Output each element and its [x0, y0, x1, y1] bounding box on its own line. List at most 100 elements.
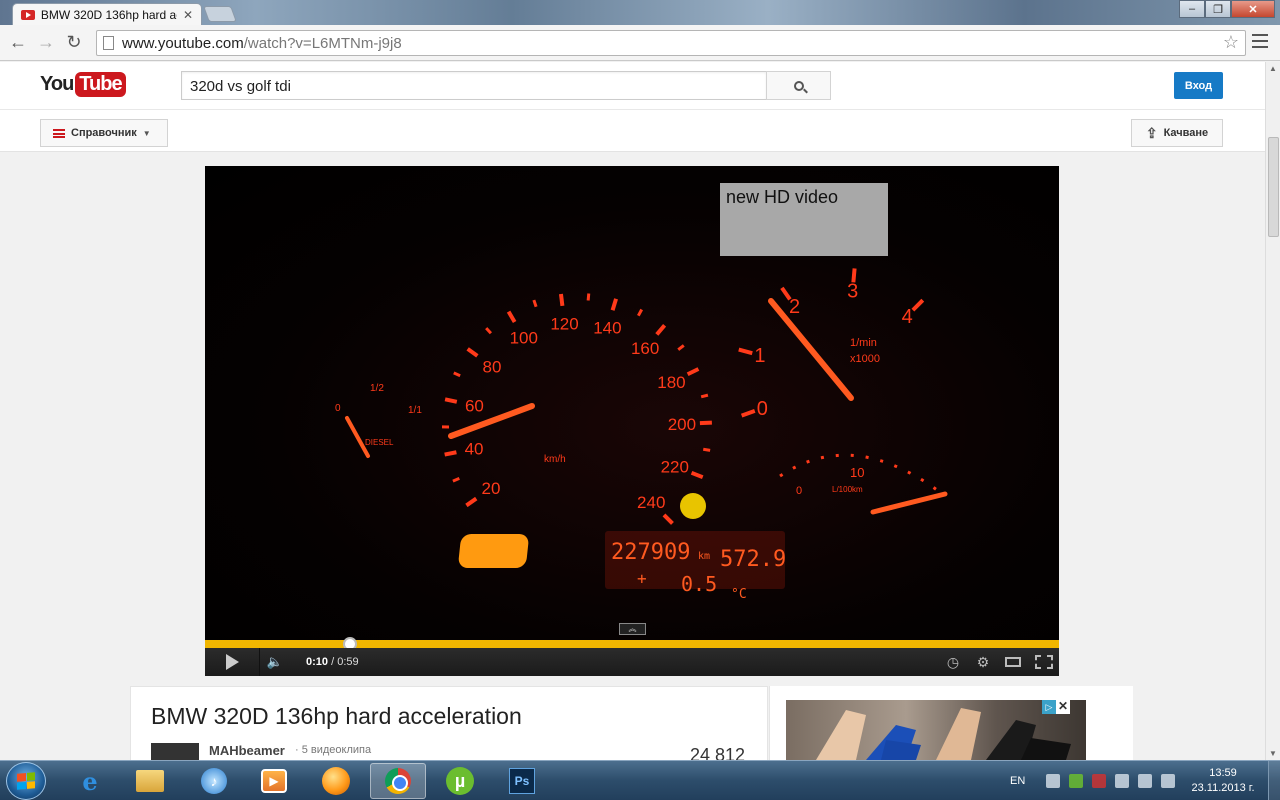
chrome-icon — [385, 768, 411, 794]
show-desktop-button[interactable] — [1268, 761, 1280, 800]
tray-network-icon[interactable] — [1138, 774, 1153, 788]
settings-gear-icon[interactable]: ⚙ — [975, 654, 991, 671]
address-bar[interactable]: www.youtube.com/watch?v=L6MTNm-j9j8 ☆ — [96, 30, 1246, 56]
speed-tick-label: 160 — [631, 339, 659, 358]
duration: / 0:59 — [331, 656, 359, 668]
speed-tick-label: 60 — [465, 397, 484, 416]
ad-panel: ▷ ✕ — [769, 686, 1133, 760]
close-window-button[interactable]: ✕ — [1231, 0, 1275, 18]
system-tray: EN — [1010, 761, 1176, 800]
taskbar-app-orange[interactable] — [308, 763, 364, 799]
bookmark-star-icon[interactable]: ☆ — [1223, 32, 1239, 53]
tab-close-icon[interactable]: ✕ — [183, 8, 193, 22]
guide-button[interactable]: Справочник ▼ — [40, 119, 168, 147]
start-button[interactable] — [6, 762, 46, 800]
search-input[interactable]: 320d vs golf tdi — [181, 71, 767, 100]
tray-utorrent-icon[interactable] — [1069, 774, 1084, 788]
video-frame[interactable]: 20 40 60 80 100 120 140 160 180 200 220 240 km/h 012… — [205, 166, 1059, 640]
signin-button[interactable]: Вход — [1174, 72, 1223, 99]
taskbar-ie[interactable]: e — [62, 763, 118, 799]
orange-app-icon — [322, 767, 350, 795]
clock[interactable]: 13:59 23.11.2013 г. — [1188, 766, 1258, 796]
search-icon — [793, 80, 804, 91]
taskbar-utorrent[interactable]: µ — [432, 763, 488, 799]
tray-volume-icon[interactable] — [1161, 774, 1176, 788]
menu-icon — [53, 128, 65, 138]
speed-major-tick — [690, 470, 704, 480]
sub-bar: Справочник ▼ ⇪ Качване — [0, 110, 1265, 152]
channel-avatar[interactable] — [151, 743, 199, 760]
tray-device-icon[interactable] — [1115, 774, 1130, 788]
ad-info-icon[interactable]: ▷ — [1042, 700, 1056, 714]
logo-you: You — [40, 73, 74, 95]
fullscreen-icon[interactable] — [1035, 655, 1053, 669]
browser-tab[interactable]: BMW 320D 136hp hard acc ✕ — [12, 3, 202, 25]
ad-close-icon[interactable]: ✕ — [1056, 700, 1070, 714]
taskbar-chrome[interactable] — [370, 763, 426, 799]
speed-tick-label: 220 — [661, 457, 689, 476]
maximize-button[interactable]: ❐ — [1205, 0, 1231, 18]
scroll-up-icon[interactable]: ▲ — [1269, 64, 1277, 73]
masthead: You Tube 320d vs golf tdi Вход — [0, 62, 1265, 110]
rpm-tick-label: 0 — [757, 398, 768, 420]
volume-icon[interactable]: 🔈 — [260, 654, 290, 670]
youtube-favicon-icon — [21, 9, 35, 20]
folder-icon — [136, 770, 164, 792]
speed-tick-label: 200 — [668, 415, 696, 434]
page-scrollbar[interactable]: ▲ ▼ — [1265, 62, 1280, 760]
annotation-box[interactable]: new HD video — [720, 183, 888, 256]
speed-tick-label: 240 — [637, 493, 665, 512]
taskbar-media-player[interactable]: ▶ — [246, 763, 302, 799]
taskbar-photoshop[interactable]: Ps — [494, 763, 550, 799]
temp-unit: °C — [731, 587, 747, 602]
speed-minor-tick — [700, 393, 709, 399]
speed-major-tick — [506, 310, 517, 323]
internet-explorer-icon: e — [82, 766, 98, 796]
minimize-button[interactable]: ‒ — [1179, 0, 1205, 18]
rpm-major-tick — [740, 408, 756, 418]
new-tab-button[interactable] — [203, 6, 237, 22]
theater-mode-icon[interactable] — [1005, 657, 1021, 667]
utorrent-icon: µ — [446, 767, 474, 795]
speed-tick-label: 20 — [482, 479, 501, 498]
ad-picture — [816, 708, 1071, 760]
speed-major-tick — [466, 347, 479, 358]
itunes-icon: ♪ — [201, 768, 227, 794]
speed-needle — [448, 403, 535, 439]
upload-button[interactable]: ⇪ Качване — [1131, 119, 1223, 147]
taskbar-itunes[interactable]: ♪ — [186, 763, 242, 799]
watch-later-icon[interactable]: ◷ — [945, 654, 961, 671]
cons-ten-label: 10 — [850, 465, 864, 480]
expand-controls-icon[interactable]: ︽ — [619, 623, 646, 635]
scrollbar-thumb[interactable] — [1268, 137, 1279, 237]
speed-major-tick — [465, 496, 478, 508]
search-button[interactable] — [766, 71, 831, 100]
rpm-major-tick — [780, 286, 792, 301]
speed-minor-tick — [453, 371, 461, 378]
speed-major-tick — [444, 397, 458, 404]
youtube-logo[interactable]: You Tube — [40, 72, 126, 97]
taskbar-explorer[interactable] — [122, 763, 178, 799]
tray-app-icon[interactable] — [1046, 774, 1061, 788]
reload-icon[interactable]: ↻ — [64, 32, 84, 53]
scroll-down-icon[interactable]: ▼ — [1269, 749, 1277, 758]
chrome-menu-icon[interactable] — [1252, 34, 1268, 48]
forward-arrow-icon[interactable]: → — [36, 32, 56, 53]
windows-taskbar: e ♪ ▶ µ Ps EN 13:59 23.11.2013 г. — [0, 760, 1280, 800]
rpm-tick-label: 4 — [902, 306, 913, 328]
ad-image[interactable] — [786, 700, 1086, 760]
language-indicator[interactable]: EN — [1010, 775, 1025, 787]
speed-minor-tick — [677, 344, 685, 351]
rpm-tick-label: 2 — [789, 296, 800, 318]
tray-network-error-icon[interactable] — [1092, 774, 1107, 788]
channel-name[interactable]: MAHbeamer — [209, 743, 285, 758]
play-button[interactable] — [205, 648, 260, 676]
temp-sign: + — [637, 569, 647, 588]
fuel-full-label: 1/1 — [408, 405, 422, 416]
speed-tick-label: 120 — [550, 315, 578, 334]
progress-bar[interactable] — [205, 637, 1059, 651]
back-arrow-icon[interactable]: ← — [8, 32, 28, 53]
speed-minor-tick — [586, 293, 591, 301]
video-player[interactable]: 20 40 60 80 100 120 140 160 180 200 220 240 km/h 012… — [205, 166, 1059, 676]
player-right-controls: ◷ ⚙ — [945, 648, 1059, 676]
